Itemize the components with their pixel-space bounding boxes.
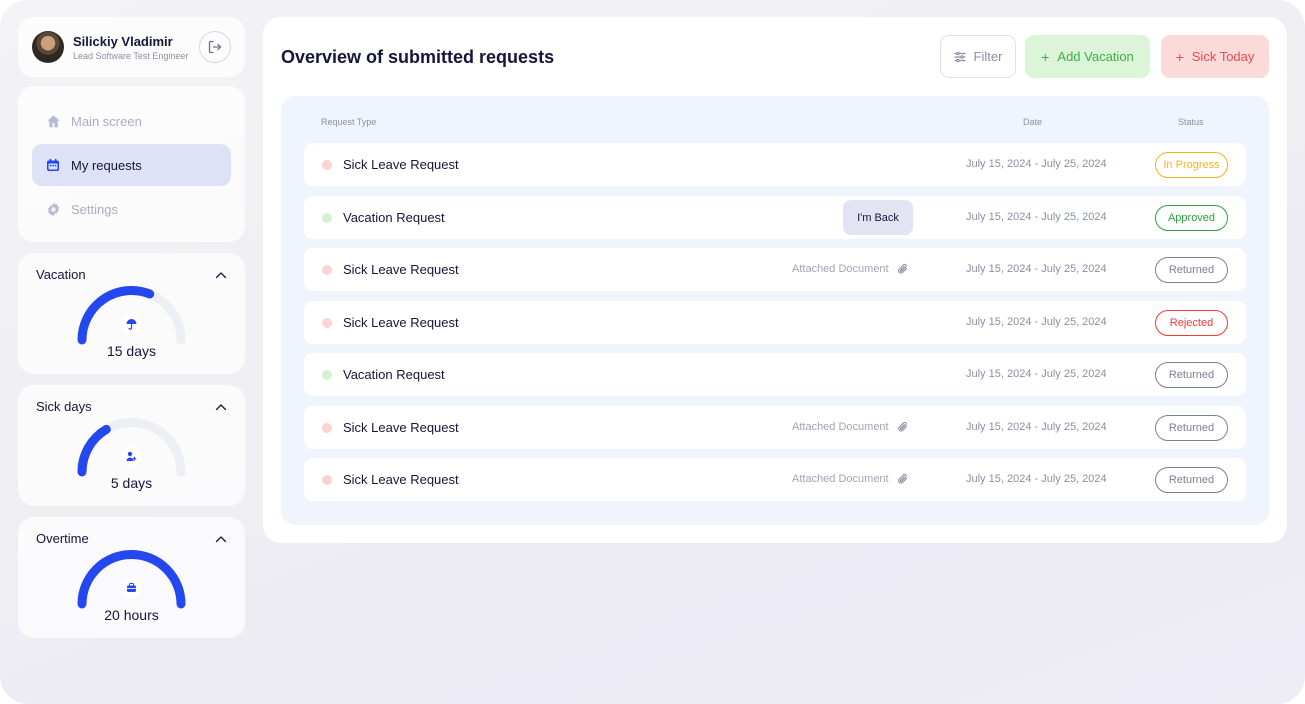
status-dot — [322, 370, 332, 380]
attached-document-label: Attached Document — [792, 263, 889, 275]
home-icon — [45, 113, 61, 129]
request-date: July 15, 2024 - July 25, 2024 — [966, 368, 1107, 380]
request-date: July 15, 2024 - July 25, 2024 — [966, 421, 1107, 433]
column-header-status: Status — [1178, 117, 1204, 127]
widget-title: Overtime — [36, 531, 89, 546]
status-dot — [322, 423, 332, 433]
request-date: July 15, 2024 - July 25, 2024 — [966, 316, 1107, 328]
attached-document-label: Attached Document — [792, 421, 889, 433]
calendar-icon — [45, 157, 61, 173]
status-badge: Returned — [1155, 467, 1228, 493]
table-row[interactable]: Sick Leave Request July 15, 2024 - July 2… — [304, 143, 1246, 186]
widget-title: Vacation — [36, 267, 86, 282]
table-row[interactable]: Sick Leave Request Attached Document July … — [304, 458, 1246, 501]
add-vacation-button[interactable]: + Add Vacation — [1025, 35, 1150, 78]
profile-name: Silickiy Vladimir — [73, 33, 173, 49]
vacation-widget: Vacation 15 days — [18, 253, 245, 374]
logout-icon — [208, 40, 222, 54]
request-type: Sick Leave Request — [343, 315, 459, 330]
attached-document-link[interactable]: Attached Document — [792, 263, 909, 275]
sidebar-item-settings[interactable]: Settings — [32, 188, 231, 230]
filter-button[interactable]: Filter — [940, 35, 1016, 78]
status-dot — [322, 475, 332, 485]
sidebar-item-my-requests[interactable]: My requests — [32, 144, 231, 186]
widget-header[interactable]: Sick days — [36, 399, 227, 414]
attached-document-link[interactable]: Attached Document — [792, 473, 909, 485]
table-row[interactable]: Sick Leave Request July 15, 2024 - July 2… — [304, 301, 1246, 344]
status-badge: In Progress — [1155, 152, 1228, 178]
sidebar-item-label: Main screen — [71, 113, 142, 129]
sidebar-item-label: Settings — [71, 201, 118, 217]
sick-days-gauge — [77, 418, 186, 477]
filter-icon — [953, 51, 966, 62]
overtime-value: 20 hours — [104, 607, 159, 623]
profile-info: Silickiy Vladimir Lead Software Test Eng… — [73, 34, 199, 61]
column-header-date: Date — [1023, 117, 1043, 127]
add-vacation-label: Add Vacation — [1057, 49, 1134, 64]
profile-role: Lead Software Test Engineer — [73, 50, 189, 61]
request-type: Vacation Request — [343, 367, 445, 382]
chevron-up-icon[interactable] — [215, 403, 227, 411]
table-row[interactable]: Vacation Request I'm Back July 15, 2024 - … — [304, 196, 1246, 239]
request-date: July 15, 2024 - July 25, 2024 — [966, 473, 1107, 485]
sick-days-widget: Sick days 5 days — [18, 385, 245, 506]
plus-icon: + — [1175, 48, 1184, 65]
paperclip-icon — [897, 473, 907, 484]
table-row[interactable]: Sick Leave Request Attached Document July … — [304, 406, 1246, 449]
request-date: July 15, 2024 - July 25, 2024 — [966, 158, 1107, 170]
vacation-gauge — [77, 286, 186, 345]
status-badge: Returned — [1155, 415, 1228, 441]
sick-days-value: 5 days — [110, 475, 153, 491]
request-type: Sick Leave Request — [343, 472, 459, 487]
chevron-up-icon[interactable] — [215, 271, 227, 279]
status-badge: Returned — [1155, 257, 1228, 283]
filter-label: Filter — [973, 49, 1003, 64]
status-dot — [322, 213, 332, 223]
status-badge: Returned — [1155, 362, 1228, 388]
page-title: Overview of submitted requests — [281, 47, 555, 67]
column-header-type: Request Type — [321, 117, 377, 127]
sick-today-button[interactable]: + Sick Today — [1161, 35, 1269, 78]
request-type: Sick Leave Request — [343, 420, 459, 435]
paperclip-icon — [897, 263, 907, 274]
request-date: July 15, 2024 - July 25, 2024 — [966, 211, 1107, 223]
request-type: Sick Leave Request — [343, 262, 459, 277]
gear-icon — [45, 201, 61, 217]
requests-table: Request Type Date Status Sick Leave Requ… — [281, 96, 1269, 525]
avatar — [32, 31, 64, 63]
widget-header[interactable]: Overtime — [36, 531, 227, 546]
sick-today-label: Sick Today — [1191, 49, 1255, 64]
widget-header[interactable]: Vacation — [36, 267, 227, 282]
status-badge: Approved — [1155, 205, 1228, 231]
status-dot — [322, 160, 332, 170]
chevron-up-icon[interactable] — [215, 535, 227, 543]
sidebar-nav: Main screen My requests Settings — [18, 86, 245, 242]
attached-document-link[interactable]: Attached Document — [792, 421, 909, 433]
plus-icon: + — [1041, 48, 1050, 65]
status-dot — [322, 265, 332, 275]
logout-button[interactable] — [199, 31, 231, 63]
paperclip-icon — [897, 421, 907, 432]
status-dot — [322, 318, 332, 328]
table-row[interactable]: Sick Leave Request Attached Document July … — [304, 248, 1246, 291]
status-badge: Rejected — [1155, 310, 1228, 336]
request-date: July 15, 2024 - July 25, 2024 — [966, 263, 1107, 275]
request-type: Sick Leave Request — [343, 157, 459, 172]
request-type: Vacation Request — [343, 210, 445, 225]
overtime-gauge — [77, 550, 186, 609]
overtime-widget: Overtime 20 hours — [18, 517, 245, 638]
im-back-button[interactable]: I'm Back — [843, 200, 913, 235]
vacation-value: 15 days — [106, 343, 157, 359]
attached-document-label: Attached Document — [792, 473, 889, 485]
widget-title: Sick days — [36, 399, 92, 414]
sidebar-item-label: My requests — [71, 157, 142, 173]
sidebar-item-main-screen[interactable]: Main screen — [32, 100, 231, 142]
table-row[interactable]: Vacation Request July 15, 2024 - July 25,… — [304, 353, 1246, 396]
main-panel: Overview of submitted requests Filter + … — [263, 17, 1287, 543]
profile-card: Silickiy Vladimir Lead Software Test Eng… — [18, 17, 245, 77]
app-window: Silickiy Vladimir Lead Software Test Eng… — [0, 0, 1305, 704]
